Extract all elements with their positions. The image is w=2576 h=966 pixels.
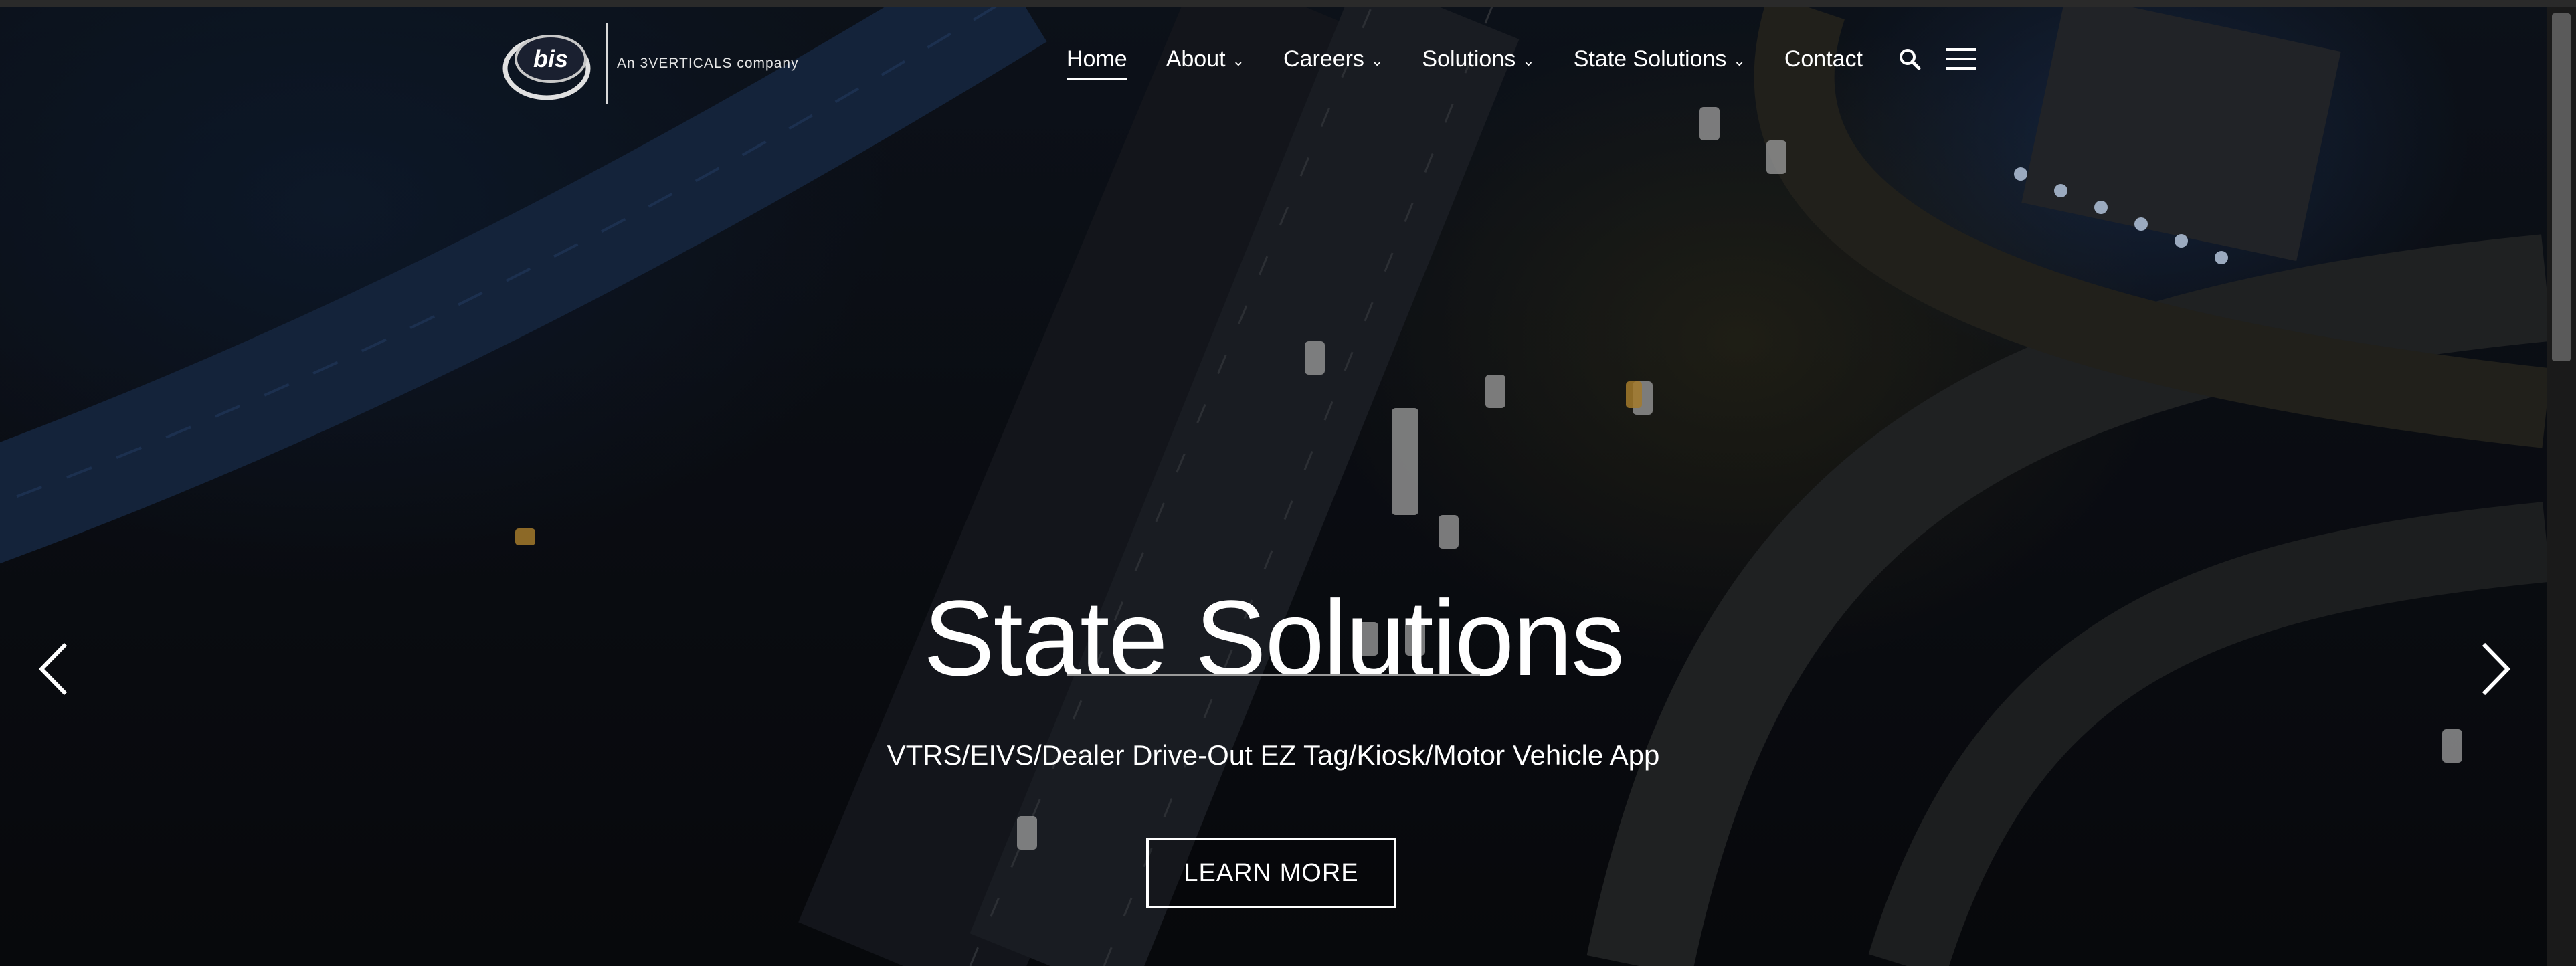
logo-tagline: An 3VERTICALS company [617,56,799,71]
nav-state-solutions[interactable]: State Solutions ⌄ [1574,37,1746,80]
learn-more-button[interactable]: LEARN MORE [1146,838,1396,908]
logo-mark-text: bis [533,45,568,72]
menu-button[interactable] [1944,37,1978,80]
hero-dark-overlay [0,7,2547,966]
page-scrollbar[interactable] [2547,7,2576,966]
nav-solutions[interactable]: Solutions ⌄ [1422,37,1534,80]
hamburger-menu-icon [1946,48,1977,70]
company-logo[interactable]: bis An 3VERTICALS company [498,20,799,107]
nav-solutions-label: Solutions [1422,45,1516,72]
nav-careers[interactable]: Careers ⌄ [1283,37,1383,80]
nav-about[interactable]: About ⌄ [1166,37,1245,80]
nav-careers-label: Careers [1283,45,1364,72]
slide-title: State Solutions [923,578,1625,698]
search-button[interactable] [1895,37,1924,80]
slide-subtitle: VTRS/EIVS/Dealer Drive-Out EZ Tag/Kiosk/… [887,739,1660,771]
learn-more-label: LEARN MORE [1184,858,1359,887]
slide-divider [1067,674,1480,676]
chevron-down-icon: ⌄ [1733,52,1746,69]
nav-home[interactable]: Home [1067,37,1127,80]
nav-contact[interactable]: Contact [1784,37,1863,80]
nav-contact-label: Contact [1784,45,1863,72]
logo-divider [606,23,608,104]
chevron-down-icon: ⌄ [1522,52,1535,69]
scrollbar-thumb[interactable] [2552,13,2571,361]
bis-logo-mark: bis [502,35,591,100]
hero-slider [0,7,2547,966]
search-icon [1900,49,1921,70]
nav-about-label: About [1166,45,1226,72]
chevron-down-icon: ⌄ [1232,52,1245,69]
main-nav: Home About ⌄ Careers ⌄ Solutions ⌄ State… [1067,37,1978,80]
nav-state-solutions-label: State Solutions [1573,45,1727,72]
nav-home-label: Home [1067,45,1127,72]
browser-top-strip [0,0,2576,7]
chevron-down-icon: ⌄ [1370,52,1384,69]
